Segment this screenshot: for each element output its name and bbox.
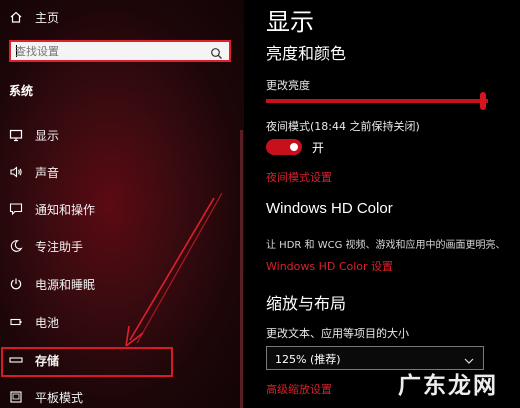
sidebar-item-display[interactable]: 显示 xyxy=(0,124,240,146)
moon-icon xyxy=(9,239,23,253)
hdr-description: 让 HDR 和 WCG 视频、游戏和应用中的画面更明亮、 xyxy=(266,240,506,251)
sidebar-item-label: 电池 xyxy=(35,315,60,330)
brightness-slider[interactable] xyxy=(266,99,488,103)
brightness-heading: 亮度和颜色 xyxy=(266,44,347,63)
home-label: 主页 xyxy=(35,10,60,25)
brightness-label: 更改亮度 xyxy=(266,79,310,92)
home-icon xyxy=(9,10,23,24)
hdr-heading: Windows HD Color xyxy=(266,200,393,217)
sidebar-item-label: 显示 xyxy=(35,128,60,143)
brightness-slider-thumb[interactable] xyxy=(480,92,486,110)
message-icon xyxy=(9,202,23,216)
sidebar-item-label: 平板模式 xyxy=(35,390,84,405)
sidebar-scrollbar[interactable] xyxy=(240,130,243,408)
watermark: 广东龙网 xyxy=(398,372,498,399)
home-nav-item[interactable]: 主页 xyxy=(0,6,240,28)
scale-dropdown-value: 125% (推荐) xyxy=(275,353,341,366)
night-light-toggle[interactable] xyxy=(266,139,302,155)
search-input[interactable] xyxy=(15,42,195,60)
night-light-state: 开 xyxy=(312,141,325,155)
hdr-settings-link[interactable]: Windows HD Color 设置 xyxy=(266,258,393,274)
sidebar-item-label: 存储 xyxy=(35,353,60,368)
scale-heading: 缩放与布局 xyxy=(266,294,347,313)
sidebar-item-sound[interactable]: 声音 xyxy=(0,161,240,183)
sidebar-item-storage[interactable]: 存储 xyxy=(0,349,240,371)
speaker-icon xyxy=(9,165,23,179)
sidebar-item-focus-assist[interactable]: 专注助手 xyxy=(0,235,240,257)
sidebar-item-label: 电源和睡眠 xyxy=(35,277,96,292)
sidebar-item-battery[interactable]: 电池 xyxy=(0,311,240,333)
advanced-scaling-link[interactable]: 高级缩放设置 xyxy=(266,381,332,397)
sidebar-item-label: 声音 xyxy=(35,165,60,180)
page-title: 显示 xyxy=(266,8,314,36)
sidebar-item-label: 通知和操作 xyxy=(35,202,96,217)
power-icon xyxy=(9,277,23,291)
storage-icon xyxy=(9,353,23,367)
sidebar-item-label: 专注助手 xyxy=(35,239,84,254)
sidebar-item-power-sleep[interactable]: 电源和睡眠 xyxy=(0,273,240,295)
sidebar-item-tablet-mode[interactable]: 平板模式 xyxy=(0,386,240,408)
night-light-label: 夜间模式(18:44 之前保持关闭) xyxy=(266,120,420,133)
display-settings-pane: 显示 亮度和颜色 更改亮度 夜间模式(18:44 之前保持关闭) 开 夜间模式设… xyxy=(244,0,520,408)
settings-sidebar: 主页 系统 显示 声音 通知和操作 专注助手 xyxy=(0,0,244,408)
section-title: 系统 xyxy=(9,84,34,98)
toggle-knob xyxy=(290,143,298,151)
battery-icon xyxy=(9,315,23,329)
scale-label: 更改文本、应用等项目的大小 xyxy=(266,327,409,340)
tablet-icon xyxy=(9,390,23,404)
night-light-settings-link[interactable]: 夜间模式设置 xyxy=(266,169,332,185)
search-box[interactable] xyxy=(9,40,231,62)
search-icon[interactable] xyxy=(210,45,223,64)
sidebar-item-notifications[interactable]: 通知和操作 xyxy=(0,198,240,220)
monitor-icon xyxy=(9,128,23,142)
